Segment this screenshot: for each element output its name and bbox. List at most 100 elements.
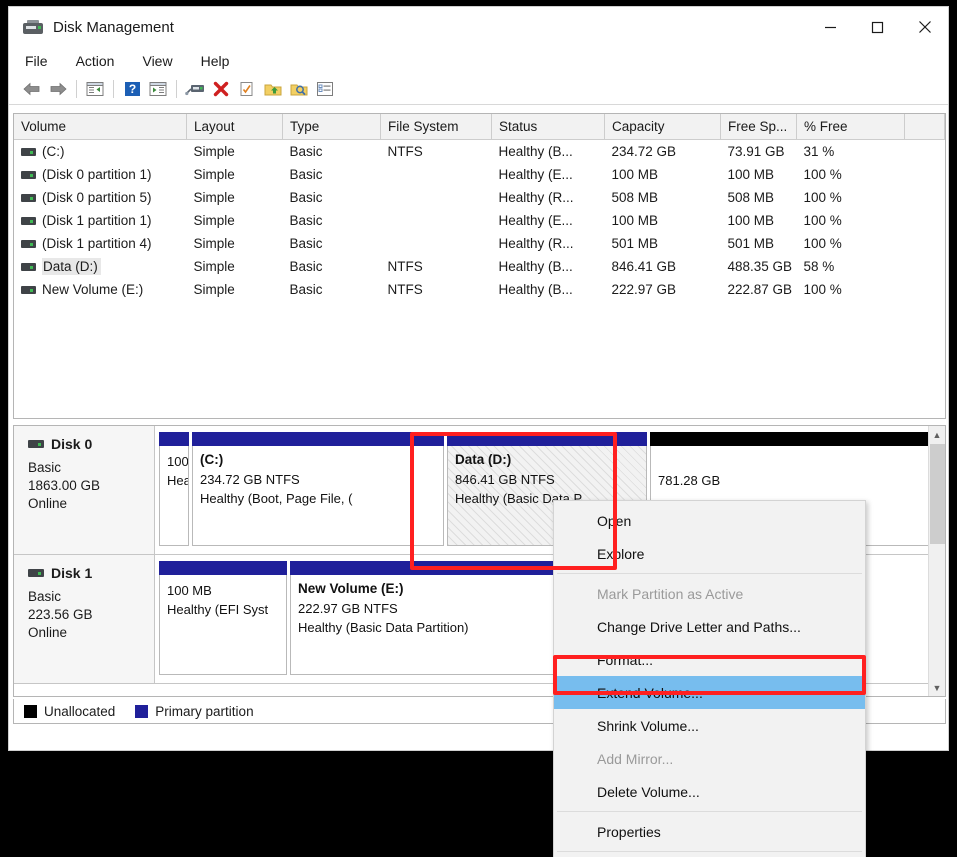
- volume-table-header-row: Volume Layout Type File System Status Ca…: [14, 114, 945, 140]
- partition-block[interactable]: 100 MB Healthy: [159, 432, 189, 546]
- cell-type: Basic: [289, 282, 323, 297]
- show-hide-console-tree-button[interactable]: [82, 77, 108, 101]
- show-action-pane-button[interactable]: [145, 77, 171, 101]
- maximize-button[interactable]: [854, 7, 901, 47]
- partition-details: New Volume (E:) 222.97 GB NTFS Healthy (Ba…: [290, 575, 560, 675]
- disk-size-label: 1863.00 GB: [28, 478, 101, 493]
- column-header-volume[interactable]: Volume: [14, 114, 187, 140]
- partition-size: 222.97 GB NTFS: [298, 601, 398, 616]
- cell-volume: (Disk 0 partition 1): [14, 163, 187, 186]
- cell-status: Healthy (B...: [498, 259, 573, 274]
- cell-type: Basic: [289, 213, 323, 228]
- cell-layout: Simple: [193, 259, 235, 274]
- graphical-view-scrollbar[interactable]: ▲ ▼: [928, 426, 945, 696]
- find-icon: [290, 84, 308, 96]
- cell-extra: [905, 163, 945, 186]
- partition-block[interactable]: (C:) 234.72 GB NTFS Healthy (Boot, Page Fi…: [192, 432, 444, 546]
- column-header-percent-free[interactable]: % Free: [796, 114, 905, 140]
- table-row[interactable]: New Volume (E:) Simple Basic NTFS Healthy (B…: [14, 278, 945, 301]
- disk-name-label: Disk 0: [51, 436, 93, 452]
- delete-button[interactable]: [208, 77, 234, 101]
- volume-list-pane[interactable]: Volume Layout Type File System Status Ca…: [13, 113, 946, 419]
- cell-percent-free: 100 %: [803, 190, 842, 205]
- volume-disk-icon: [21, 240, 36, 249]
- context-menu-item[interactable]: Open: [554, 504, 865, 537]
- disk-type-label: Basic: [28, 589, 62, 604]
- svg-text:?: ?: [128, 82, 135, 96]
- column-header-type[interactable]: Type: [282, 114, 381, 140]
- cell-capacity: 234.72 GB: [611, 144, 677, 159]
- context-menu-item[interactable]: Properties: [554, 815, 865, 848]
- cell-type: Basic: [289, 236, 323, 251]
- cell-percent-free: 100 %: [803, 236, 842, 251]
- cell-percent-free: 100 %: [803, 213, 842, 228]
- table-row[interactable]: (Disk 1 partition 1) Simple Basic Healthy (…: [14, 209, 945, 232]
- cell-volume-label: (C:): [42, 144, 65, 159]
- table-row[interactable]: (Disk 0 partition 1) Simple Basic Healthy (…: [14, 163, 945, 186]
- help-icon: ?: [124, 82, 140, 96]
- forward-arrow-button[interactable]: [45, 77, 71, 101]
- volume-disk-icon: [21, 263, 36, 272]
- cell-layout: Simple: [193, 213, 235, 228]
- rescan-disks-button[interactable]: [182, 77, 208, 101]
- properties-button[interactable]: [234, 77, 260, 101]
- menu-item-help[interactable]: Help: [201, 53, 230, 69]
- scroll-down-button[interactable]: ▼: [929, 679, 945, 696]
- toolbar: ?: [9, 74, 948, 105]
- scrollbar-thumb[interactable]: [930, 444, 945, 544]
- column-header-status[interactable]: Status: [491, 114, 605, 140]
- cell-free-space: 488.35 GB: [727, 259, 793, 274]
- disk-management-icon: [23, 19, 43, 35]
- toolbar-separator: [176, 80, 177, 98]
- cell-layout: Simple: [193, 144, 235, 159]
- maximize-icon: [871, 21, 884, 33]
- disk-info-panel[interactable]: Disk 0 Basic 1863.00 GB Online: [14, 426, 155, 554]
- cell-free-space: 508 MB: [727, 190, 775, 205]
- cell-percent-free: 58 %: [803, 259, 835, 274]
- view-list-button[interactable]: [312, 77, 338, 101]
- partition-context-menu[interactable]: Open Explore Mark Partition as Active Chang…: [553, 500, 866, 857]
- column-header-file-system[interactable]: File System: [380, 114, 492, 140]
- help-button[interactable]: ?: [119, 77, 145, 101]
- view-list-icon: [317, 82, 333, 96]
- context-menu-item[interactable]: Change Drive Letter and Paths...: [554, 610, 865, 643]
- cell-volume: (C:): [14, 140, 187, 164]
- cell-extra: [905, 232, 945, 255]
- context-menu-item[interactable]: Extend Volume...: [554, 676, 865, 709]
- minimize-button[interactable]: [807, 7, 854, 47]
- context-menu-item[interactable]: Shrink Volume...: [554, 709, 865, 742]
- menu-item-action[interactable]: Action: [76, 53, 115, 69]
- column-header-layout[interactable]: Layout: [186, 114, 283, 140]
- cell-free-space: 222.87 GB: [727, 282, 793, 297]
- column-header-capacity[interactable]: Capacity: [604, 114, 721, 140]
- context-menu-item[interactable]: Delete Volume...: [554, 775, 865, 808]
- column-header-free-space[interactable]: Free Sp...: [720, 114, 797, 140]
- disk-info-panel[interactable]: Disk 1 Basic 223.56 GB Online: [14, 555, 155, 683]
- export-list-button[interactable]: [260, 77, 286, 101]
- table-row[interactable]: (Disk 0 partition 5) Simple Basic Healthy (…: [14, 186, 945, 209]
- context-menu-item[interactable]: Explore: [554, 537, 865, 570]
- context-menu-item[interactable]: Format...: [554, 643, 865, 676]
- menu-item-view[interactable]: View: [142, 53, 172, 69]
- forward-arrow-icon: [50, 82, 67, 96]
- partition-details: 100 MB Healthy: [159, 446, 189, 546]
- partition-block[interactable]: 100 MB Healthy (EFI Syst: [159, 561, 287, 675]
- partition-status: Healthy (Basic Data Partition): [298, 620, 469, 635]
- column-header-extra[interactable]: [904, 114, 945, 140]
- find-button[interactable]: [286, 77, 312, 101]
- cell-type: Basic: [289, 167, 323, 182]
- volume-disk-icon: [21, 194, 36, 203]
- partition-block[interactable]: New Volume (E:) 222.97 GB NTFS Healthy (Ba…: [290, 561, 560, 675]
- cell-type: Basic: [289, 259, 323, 274]
- scroll-up-button[interactable]: ▲: [929, 426, 945, 443]
- table-row[interactable]: Data (D:) Simple Basic NTFS Healthy (B... 846…: [14, 255, 945, 278]
- back-arrow-button[interactable]: [19, 77, 45, 101]
- context-menu-item: Add Mirror...: [597, 750, 674, 767]
- table-row[interactable]: (Disk 1 partition 4) Simple Basic Healthy (…: [14, 232, 945, 255]
- disk-size-label: 223.56 GB: [28, 607, 93, 622]
- menu-item-file[interactable]: File: [25, 53, 48, 69]
- table-row[interactable]: (C:) Simple Basic NTFS Healthy (B... 234.72 G…: [14, 140, 945, 164]
- close-button[interactable]: [901, 7, 948, 47]
- volume-disk-icon: [21, 286, 36, 295]
- cell-status: Healthy (E...: [498, 213, 573, 228]
